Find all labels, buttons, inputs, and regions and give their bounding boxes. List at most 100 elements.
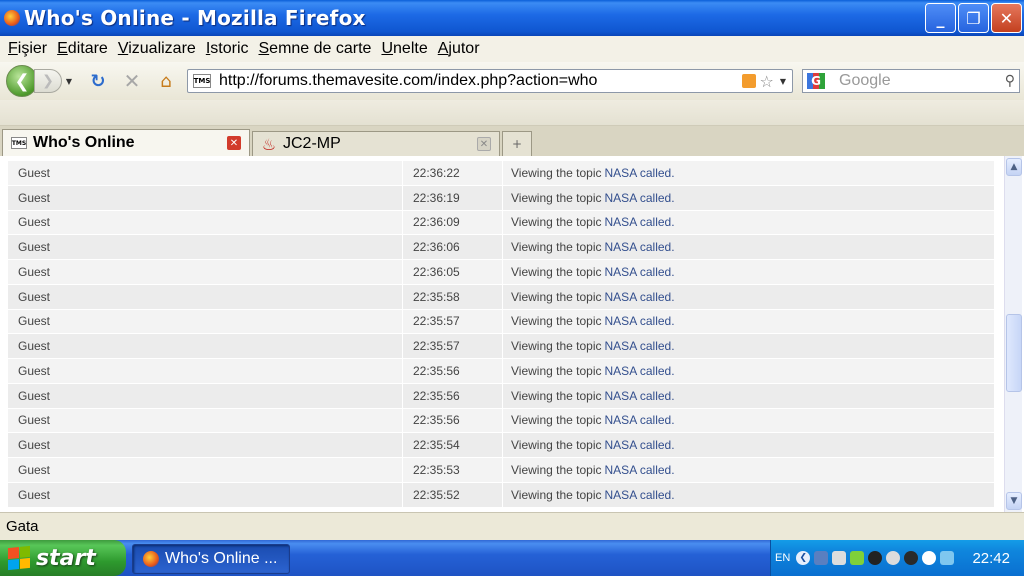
action-cell: Viewing the topic NASA called. xyxy=(503,235,994,259)
user-cell: Guest xyxy=(8,284,403,309)
reload-icon[interactable]: ↻ xyxy=(87,70,109,92)
network-icon[interactable] xyxy=(814,551,829,565)
topic-link[interactable]: NASA called. xyxy=(605,166,675,180)
update-icon[interactable] xyxy=(922,551,937,565)
maximize-button[interactable]: ❐ xyxy=(958,3,989,33)
topic-link[interactable]: NASA called. xyxy=(605,339,675,353)
clock[interactable]: 22:42 xyxy=(972,550,1010,567)
firefox-icon xyxy=(4,10,20,26)
user-cell: Guest xyxy=(8,260,403,284)
topic-link[interactable]: NASA called. xyxy=(605,438,675,452)
topic-link[interactable]: NASA called. xyxy=(605,463,675,477)
taskbar-firefox-window[interactable]: Who's Online ... xyxy=(132,544,290,574)
time-cell: 22:35:56 xyxy=(403,359,503,383)
topic-link[interactable]: NASA called. xyxy=(605,215,675,229)
search-icon[interactable]: ⚲ xyxy=(1005,73,1015,89)
site-identity-icon[interactable]: TMS xyxy=(193,74,211,88)
new-tab-button[interactable]: + xyxy=(502,131,532,156)
user-cell: Guest xyxy=(8,408,403,433)
search-bar[interactable]: G Google ⚲ xyxy=(802,69,1020,93)
url-dropdown-icon[interactable]: ▼ xyxy=(780,77,786,86)
user-cell: Guest xyxy=(8,482,403,507)
taskbar: start Who's Online ... EN ❮ 22:42 xyxy=(0,540,1024,576)
rss-feed-icon[interactable] xyxy=(741,74,756,88)
window-title-bar[interactable]: Who's Online - Mozilla Firefox _ ❐ ✕ xyxy=(0,0,1024,36)
user-name: Guest xyxy=(18,240,51,255)
menu-file[interactable]: Fişier xyxy=(8,40,47,58)
table-row: Guest 22:35:57 Viewing the topic NASA calle… xyxy=(8,309,994,335)
window-controls: _ ❐ ✕ xyxy=(925,3,1022,33)
forward-button[interactable]: ❯ xyxy=(34,69,62,93)
url-text[interactable]: http://forums.themavesite.com/index.php?… xyxy=(219,72,742,90)
url-bar[interactable]: TMS http://forums.themavesite.com/index.… xyxy=(187,69,793,93)
topic-link[interactable]: NASA called. xyxy=(605,314,675,328)
search-input[interactable]: Google xyxy=(839,72,1005,90)
topic-link[interactable]: NASA called. xyxy=(605,265,675,279)
messenger-icon[interactable] xyxy=(886,551,901,565)
topic-link[interactable]: NASA called. xyxy=(605,389,675,403)
scroll-down-icon[interactable]: ▼ xyxy=(1006,492,1022,510)
search-engine-icon[interactable]: G xyxy=(807,73,825,89)
topic-link[interactable]: NASA called. xyxy=(605,290,675,304)
taskbar-window-label: Who's Online ... xyxy=(165,550,278,567)
menu-view[interactable]: Vizualizare xyxy=(118,40,196,58)
action-cell: Viewing the topic NASA called. xyxy=(503,334,994,358)
security-icon[interactable] xyxy=(850,551,865,565)
media-icon[interactable] xyxy=(904,551,919,565)
action-cell: Viewing the topic NASA called. xyxy=(503,310,994,334)
stop-icon[interactable]: ✕ xyxy=(121,69,143,93)
table-row: Guest 22:36:09 Viewing the topic NASA calle… xyxy=(8,210,994,236)
volume-icon[interactable] xyxy=(832,551,847,565)
table-row: Guest 22:36:06 Viewing the topic NASA calle… xyxy=(8,235,994,260)
menu-edit[interactable]: Editare xyxy=(57,40,108,58)
time-value: 22:36:05 xyxy=(413,264,460,279)
action-cell: Viewing the topic NASA called. xyxy=(503,384,994,408)
time-value: 22:35:53 xyxy=(413,462,460,477)
language-indicator[interactable]: EN xyxy=(775,552,790,564)
menu-tools[interactable]: Unelte xyxy=(381,40,427,58)
window-title: Who's Online - Mozilla Firefox xyxy=(24,6,366,30)
scroll-thumb[interactable] xyxy=(1006,314,1022,392)
bookmark-star-icon[interactable]: ☆ xyxy=(760,72,774,91)
menu-bookmarks[interactable]: Semne de carte xyxy=(259,40,372,58)
show-hidden-icons-icon[interactable]: ❮ xyxy=(796,551,811,565)
time-cell: 22:36:22 xyxy=(403,161,503,185)
tab-close-icon[interactable]: ✕ xyxy=(227,136,241,150)
menu-bar: Fişier Editare Vizualizare Istoric Semne… xyxy=(0,36,1024,62)
windows-logo-icon xyxy=(8,545,30,571)
time-value: 22:36:19 xyxy=(413,190,460,205)
tab-favicon-tms: TMS xyxy=(11,137,27,149)
scroll-up-icon[interactable]: ▲ xyxy=(1006,158,1022,176)
tab-jc2-mp[interactable]: ♨ JC2-MP ✕ xyxy=(252,131,500,156)
action-cell: Viewing the topic NASA called. xyxy=(503,483,994,507)
history-dropdown-icon[interactable]: ▼ xyxy=(63,69,75,93)
topic-link[interactable]: NASA called. xyxy=(605,413,675,427)
menu-help[interactable]: Ajutor xyxy=(438,40,480,58)
action-text: Viewing the topic xyxy=(511,363,602,378)
topic-link[interactable]: NASA called. xyxy=(605,240,675,254)
user-cell: Guest xyxy=(8,433,403,457)
menu-history[interactable]: Istoric xyxy=(206,40,249,58)
home-icon[interactable]: ⌂ xyxy=(155,70,177,92)
action-text: Viewing the topic xyxy=(511,289,602,304)
action-text: Viewing the topic xyxy=(511,240,602,255)
phone-icon[interactable] xyxy=(868,551,883,565)
user-name: Guest xyxy=(18,339,51,354)
topic-link[interactable]: NASA called. xyxy=(605,488,675,502)
time-cell: 22:35:57 xyxy=(403,334,503,358)
topic-link[interactable]: NASA called. xyxy=(605,364,675,378)
topic-link[interactable]: NASA called. xyxy=(605,191,675,205)
tab-close-icon[interactable]: ✕ xyxy=(477,137,491,151)
close-button[interactable]: ✕ xyxy=(991,3,1022,33)
time-cell: 22:35:52 xyxy=(403,482,503,507)
user-cell: Guest xyxy=(8,161,403,185)
user-cell: Guest xyxy=(8,359,403,383)
minimize-button[interactable]: _ xyxy=(925,3,956,33)
table-row: Guest 22:35:58 Viewing the topic NASA calle… xyxy=(8,284,994,310)
bluetooth-icon[interactable] xyxy=(940,551,955,565)
table-row: Guest 22:36:22 Viewing the topic NASA calle… xyxy=(8,161,994,186)
whos-online-table: Guest 22:36:22 Viewing the topic NASA calle… xyxy=(8,161,994,508)
vertical-scrollbar[interactable]: ▲ ▼ xyxy=(1004,156,1022,512)
tab-whos-online[interactable]: TMS Who's Online ✕ xyxy=(2,129,250,156)
start-button[interactable]: start xyxy=(0,540,126,576)
